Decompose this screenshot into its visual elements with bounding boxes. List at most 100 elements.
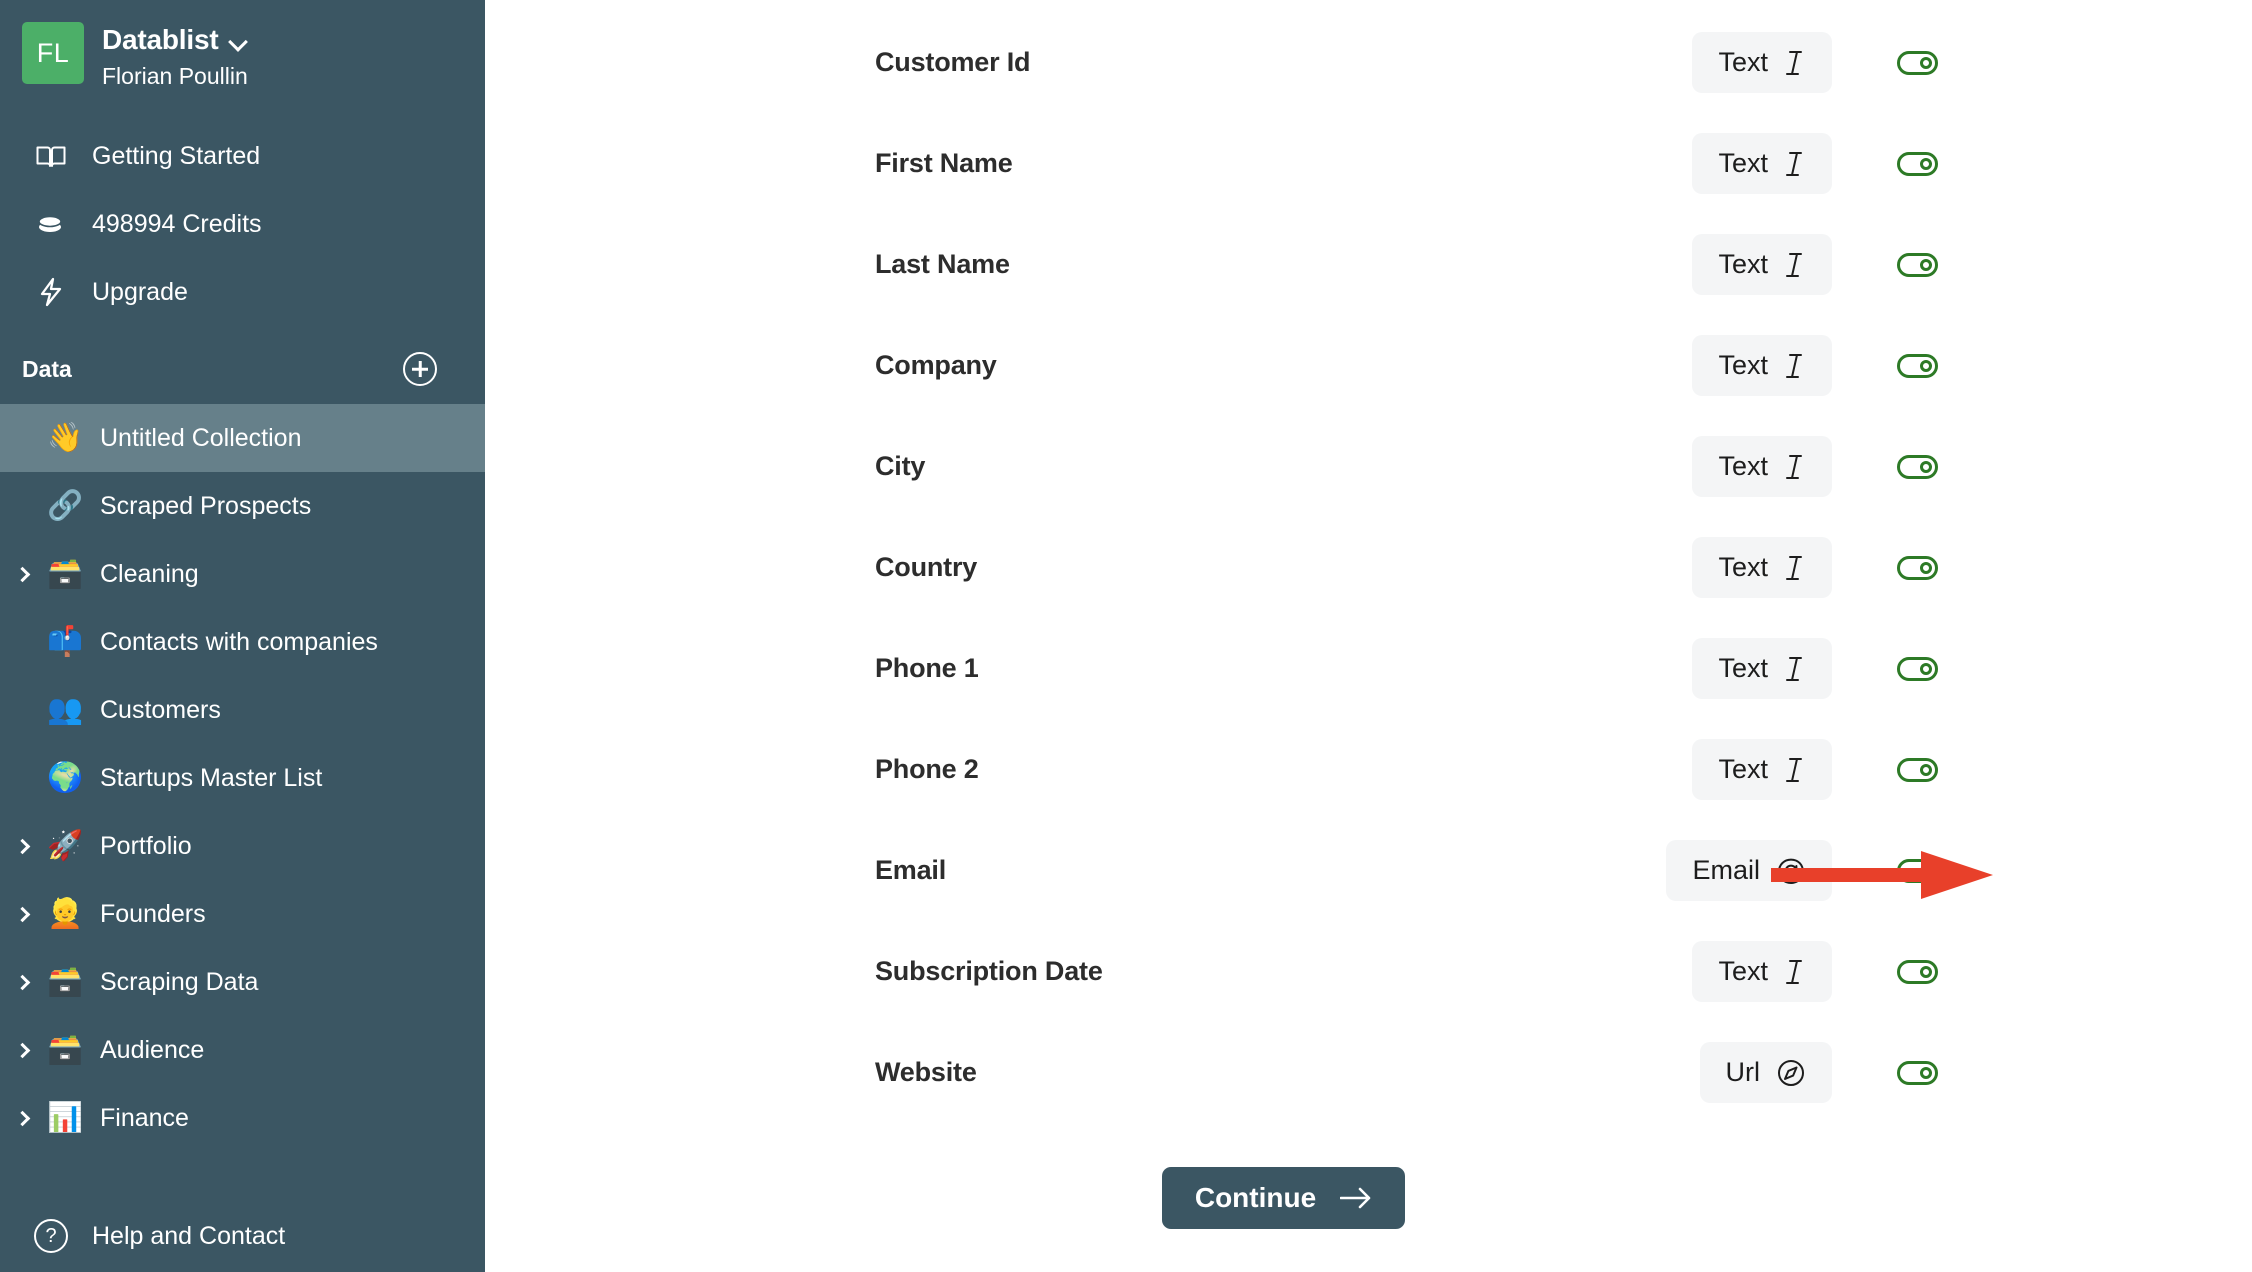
field-type-label: Text (1718, 350, 1768, 380)
field-type-selector[interactable]: Text (1692, 335, 1832, 396)
field-type-zone: Text (1502, 941, 1832, 1002)
field-type-selector[interactable]: Text (1692, 638, 1832, 699)
field-name-label: Customer Id (875, 47, 1031, 77)
field-enabled-toggle[interactable] (1896, 656, 1938, 681)
sidebar-item-label: Scraped Prospects (100, 491, 312, 520)
chevron-down-icon[interactable] (230, 35, 247, 45)
field-enabled-toggle[interactable] (1896, 454, 1938, 479)
field-row: Company Text (485, 315, 2252, 416)
field-enabled-toggle[interactable] (1896, 1060, 1938, 1085)
continue-button-label: Continue (1194, 1182, 1317, 1213)
field-row: Website Url (485, 1022, 2252, 1123)
field-toggle-zone (1832, 959, 2002, 984)
field-type-zone: Email (1502, 840, 1832, 901)
italic-i-icon (1784, 49, 1806, 77)
italic-i-icon (1784, 453, 1806, 481)
sidebar-item-founders[interactable]: 👱 Founders (0, 880, 485, 948)
field-type-selector[interactable]: Email (1666, 840, 1832, 901)
org-switcher[interactable]: Datablist (102, 24, 248, 56)
sidebar-item-contacts-with-companies[interactable]: 📫 Contacts with companies (0, 608, 485, 676)
italic-i-icon (1784, 352, 1806, 380)
field-name-label: Phone 2 (875, 754, 979, 784)
sidebar-item-label: Upgrade (92, 277, 188, 306)
field-toggle-zone (1832, 454, 2002, 479)
chevron-right-icon[interactable] (2, 1042, 42, 1058)
sidebar-item-audience[interactable]: 🗃️ Audience (0, 1016, 485, 1084)
main-content: Customer Id Text First Name Text Last Name Te… (485, 0, 2252, 1272)
at-sign-icon (1776, 856, 1806, 886)
field-row: First Name Text (485, 113, 2252, 214)
field-type-zone: Text (1502, 537, 1832, 598)
field-name-label: City (875, 451, 926, 481)
field-type-selector[interactable]: Text (1692, 32, 1832, 93)
sidebar-item-cleaning[interactable]: 🗃️ Cleaning (0, 540, 485, 608)
field-row: Phone 1 Text (485, 618, 2252, 719)
toggle-knob (1919, 965, 1932, 978)
sidebar-item-portfolio[interactable]: 🚀 Portfolio (0, 812, 485, 880)
field-enabled-toggle[interactable] (1896, 353, 1938, 378)
toggle-knob (1919, 864, 1932, 877)
field-type-selector[interactable]: Text (1692, 941, 1832, 1002)
field-type-selector[interactable]: Text (1692, 436, 1832, 497)
field-type-zone: Text (1502, 32, 1832, 93)
field-enabled-toggle[interactable] (1896, 151, 1938, 176)
field-row: Country Text (485, 517, 2252, 618)
field-type-label: Email (1692, 855, 1760, 885)
continue-button-wrap: Continue (485, 1167, 2252, 1229)
chevron-right-icon[interactable] (2, 838, 42, 854)
field-name-label: Country (875, 552, 978, 582)
sidebar-item-upgrade[interactable]: Upgrade (0, 258, 485, 326)
collection-emoji-icon: 🔗 (46, 489, 84, 522)
field-type-zone: Text (1502, 739, 1832, 800)
collection-list: 👋 Untitled Collection 🔗 Scraped Prospects 🗃️… (0, 404, 485, 1152)
sidebar-item-finance[interactable]: 📊 Finance (0, 1084, 485, 1152)
lightning-bolt-icon (34, 277, 68, 307)
field-row: City Text (485, 416, 2252, 517)
sidebar-item-label: Getting Started (92, 141, 261, 170)
chevron-right-icon[interactable] (2, 566, 42, 582)
field-type-selector[interactable]: Text (1692, 537, 1832, 598)
toggle-knob (1919, 56, 1932, 69)
toggle-knob (1919, 763, 1932, 776)
workspace-header[interactable]: FL Datablist Florian Poullin (0, 0, 485, 90)
field-type-selector[interactable]: Text (1692, 234, 1832, 295)
collection-emoji-icon: 🚀 (46, 829, 84, 862)
field-name-label: Last Name (875, 249, 1010, 279)
field-type-selector[interactable]: Url (1699, 1042, 1832, 1103)
sidebar-item-getting-started[interactable]: Getting Started (0, 122, 485, 190)
add-collection-icon[interactable] (403, 352, 437, 386)
sidebar-item-label: Customers (100, 695, 221, 724)
compass-icon (1776, 1058, 1806, 1088)
sidebar-item-credits[interactable]: 498994 Credits (0, 190, 485, 258)
field-enabled-toggle[interactable] (1896, 50, 1938, 75)
sidebar-item-help-and-contact[interactable]: ? Help and Contact (0, 1200, 485, 1272)
sidebar-item-untitled-collection[interactable]: 👋 Untitled Collection (0, 404, 485, 472)
field-type-selector[interactable]: Text (1692, 739, 1832, 800)
chevron-right-icon[interactable] (2, 906, 42, 922)
sidebar-item-scraped-prospects[interactable]: 🔗 Scraped Prospects (0, 472, 485, 540)
field-enabled-toggle[interactable] (1896, 858, 1938, 883)
section-title: Data (22, 355, 72, 382)
collection-emoji-icon: 👋 (46, 421, 84, 454)
org-name: Datablist (102, 24, 219, 55)
collection-emoji-icon: 👥 (46, 693, 84, 726)
user-name: Florian Poullin (102, 63, 248, 89)
continue-button[interactable]: Continue (1161, 1167, 1406, 1229)
field-toggle-zone (1832, 858, 2002, 883)
chevron-right-icon[interactable] (2, 974, 42, 990)
sidebar-item-label: 498994 Credits (92, 209, 262, 238)
field-enabled-toggle[interactable] (1896, 757, 1938, 782)
italic-i-icon (1784, 150, 1806, 178)
field-enabled-toggle[interactable] (1896, 252, 1938, 277)
field-type-zone: Url (1502, 1042, 1832, 1103)
field-enabled-toggle[interactable] (1896, 959, 1938, 984)
sidebar-item-customers[interactable]: 👥 Customers (0, 676, 485, 744)
sidebar-item-startups-master-list[interactable]: 🌍 Startups Master List (0, 744, 485, 812)
toggle-knob (1919, 258, 1932, 271)
chevron-right-icon[interactable] (2, 1110, 42, 1126)
field-type-selector[interactable]: Text (1692, 133, 1832, 194)
field-enabled-toggle[interactable] (1896, 555, 1938, 580)
sidebar-item-scraping-data[interactable]: 🗃️ Scraping Data (0, 948, 485, 1016)
field-type-label: Text (1718, 47, 1768, 77)
field-row: Customer Id Text (485, 12, 2252, 113)
